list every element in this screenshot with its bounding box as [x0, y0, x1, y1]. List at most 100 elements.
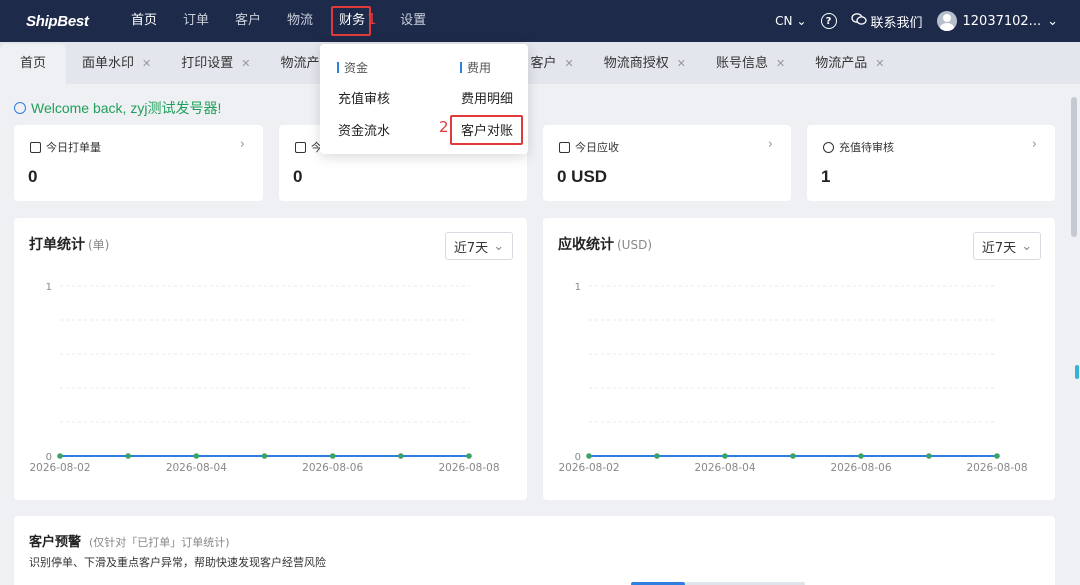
wallet-icon — [559, 141, 570, 153]
data-point — [790, 453, 796, 459]
panel-unit: (USD) — [617, 238, 653, 252]
stat-card-pending-recharge[interactable]: 充值待审核 1 › — [807, 125, 1055, 201]
contact-us-link[interactable]: 联系我们 — [850, 12, 923, 31]
x-tick-label: 2026-08-04 — [694, 462, 755, 474]
customer-alert-panel: 客户预警 (仅针对「已打单」订单统计) 识别停单、下滑及重点客户异常，帮助快速发现… — [14, 516, 1055, 585]
x-tick-label: 2026-08-02 — [558, 462, 619, 474]
language-switcher[interactable]: CN ⌄ — [775, 14, 806, 28]
stat-label: 今日打单量 — [30, 139, 101, 155]
clipboard-icon — [295, 141, 306, 153]
x-tick-label: 2026-08-06 — [302, 462, 363, 474]
tab-label: 打印设置 — [181, 56, 234, 71]
stat-value: 1 — [821, 167, 831, 186]
coin-icon — [823, 141, 834, 153]
data-point — [858, 453, 864, 459]
close-icon[interactable]: ✕ — [565, 44, 574, 84]
tab-label: 物流产品 — [815, 56, 868, 71]
alert-title: 客户预警 (仅针对「已打单」订单统计) — [29, 531, 230, 550]
stat-label-text: 充值待审核 — [839, 141, 894, 154]
nav-item-logistics[interactable]: 物流 — [274, 0, 326, 42]
nav-item-home[interactable]: 首页 — [118, 0, 170, 42]
menu-item-recharge-review[interactable]: 充值审核 — [338, 88, 390, 107]
x-tick-label: 2026-08-06 — [830, 462, 891, 474]
menu-item-customer-reconciliation[interactable]: 客户对账 — [461, 120, 513, 139]
menu-group-fees: 费用 — [460, 59, 491, 76]
nav-item-settings[interactable]: 设置 — [378, 0, 439, 42]
data-point — [466, 453, 472, 459]
close-icon[interactable]: ✕ — [677, 44, 686, 84]
chart-panel-orders: 0 1 2026-08-02 2026-08-04 2026-08-06 2026-08-… — [14, 218, 527, 500]
data-point — [57, 453, 63, 459]
chat-icon — [850, 12, 867, 30]
user-menu[interactable]: 12037102... ⌄ — [936, 11, 1058, 31]
welcome-message: Welcome back, zyj测试发号器! — [14, 98, 221, 118]
panel-title-text: 打单统计 — [29, 237, 85, 253]
stat-label-text: 今日打单量 — [46, 141, 101, 154]
data-point — [654, 453, 660, 459]
document-icon — [30, 141, 41, 153]
stat-card-today-receivable[interactable]: 今日应收 0 USD › — [543, 125, 791, 201]
data-point — [926, 453, 932, 459]
close-icon[interactable]: ✕ — [241, 44, 250, 84]
tab-account-info[interactable]: 账号信息 ✕ — [700, 44, 799, 84]
chevron-down-icon: ⌄ — [796, 14, 807, 28]
range-select-value: 近7天 — [453, 240, 489, 256]
stat-card-today-orders[interactable]: 今日打单量 0 › — [14, 125, 263, 201]
range-select[interactable]: 近7天 ⌄ — [973, 232, 1041, 260]
tab-print-settings[interactable]: 打印设置 ✕ — [165, 44, 264, 84]
menu-item-fund-flow[interactable]: 资金流水 — [338, 120, 390, 139]
tab-carrier-auth[interactable]: 物流商授权 ✕ — [588, 44, 700, 84]
avatar — [936, 11, 957, 31]
chevron-down-icon: ⌄ — [1021, 238, 1033, 254]
alert-subtitle: (仅针对「已打单」订单统计) — [89, 536, 230, 549]
nav-item-orders[interactable]: 订单 — [170, 0, 222, 42]
welcome-icon — [14, 102, 26, 114]
x-tick-label: 2026-08-04 — [166, 462, 227, 474]
chevron-right-icon[interactable]: › — [240, 137, 245, 152]
stat-label: 今日应收 — [559, 139, 619, 155]
range-select[interactable]: 近7天 ⌄ — [445, 232, 513, 260]
close-icon[interactable]: ✕ — [142, 44, 151, 84]
highlight-box-finance — [331, 6, 372, 36]
chevron-right-icon[interactable]: › — [768, 137, 773, 152]
finance-dropdown-menu: 资金 费用 充值审核 资金流水 费用明细 客户对账 2 — [320, 44, 528, 154]
stat-label: 充值待审核 — [823, 139, 894, 155]
nav-item-customers[interactable]: 客户 — [222, 0, 274, 42]
user-name: 12037102... — [962, 13, 1042, 29]
tab-label: 面单水印 — [82, 56, 135, 71]
alert-title-text: 客户预警 — [29, 535, 82, 550]
top-navbar: ShipBest 首页 订单 客户 物流 财务 设置 1 CN ⌄ ? 联系我们… — [0, 0, 1080, 42]
tab-home[interactable]: 首页 — [0, 44, 67, 84]
tab-label-watermark[interactable]: 面单水印 ✕ — [66, 44, 165, 84]
chart-panel-receivable: 0 1 2026-08-02 2026-08-04 2026-08-06 2026-08-… — [543, 218, 1055, 500]
close-icon[interactable]: ✕ — [875, 44, 884, 84]
tab-label: 账号信息 — [715, 56, 768, 71]
stat-value: 0 — [293, 167, 303, 186]
chevron-right-icon[interactable]: › — [1032, 137, 1037, 152]
x-tick-label: 2026-08-08 — [966, 462, 1027, 474]
page-scrollbar[interactable] — [1071, 97, 1079, 585]
tab-logistics-products-2[interactable]: 物流产品 ✕ — [799, 44, 898, 84]
data-point — [586, 453, 592, 459]
scroll-thumb[interactable] — [1071, 97, 1077, 237]
panel-title-text: 应收统计 — [558, 237, 614, 253]
data-point — [994, 453, 1000, 459]
step-marker-1: 1 — [367, 10, 377, 28]
tab-bar: 首页 面单水印 ✕ 打印设置 ✕ 物流产品 ✕ 客户 ✕ 物流商授权 ✕ 账号信息 ✕ 物流… — [0, 42, 1080, 84]
y-tick-label: 1 — [575, 282, 581, 293]
chevron-down-icon: ⌄ — [493, 238, 505, 254]
chart-orders: 012026-08-02 2026-08-04 2026-08-06 2026-08-… — [29, 282, 499, 474]
range-select-value: 近7天 — [981, 240, 1017, 256]
panel-title: 应收统计 (USD) — [558, 234, 652, 254]
panel-unit: (单) — [88, 238, 110, 252]
data-point — [398, 453, 404, 459]
help-icon[interactable]: ? — [820, 13, 837, 29]
scroll-accent — [1075, 365, 1079, 379]
close-icon[interactable]: ✕ — [776, 44, 785, 84]
data-point — [125, 453, 131, 459]
menu-item-fee-details[interactable]: 费用明细 — [461, 88, 513, 107]
logo[interactable]: ShipBest — [0, 13, 118, 30]
data-point — [261, 453, 268, 459]
y-tick-label: 1 — [46, 282, 52, 293]
data-point — [722, 453, 728, 459]
